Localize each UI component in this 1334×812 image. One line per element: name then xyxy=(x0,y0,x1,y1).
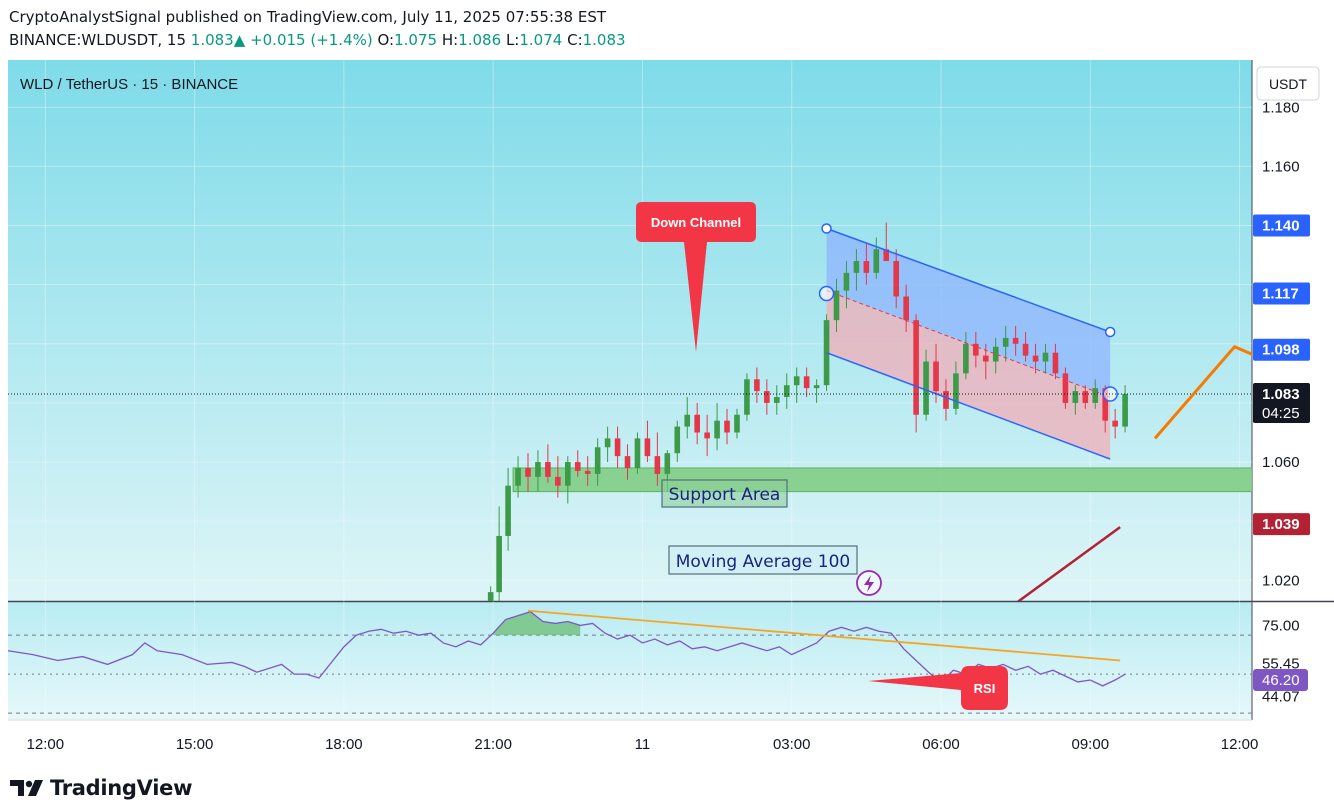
high-value: 1.086 xyxy=(458,31,502,49)
high-label: H: xyxy=(441,31,459,49)
down-channel-label: Down Channel xyxy=(651,215,741,230)
price-badge-label: 1.083 xyxy=(1262,386,1300,403)
price-badge: 1.140 xyxy=(1253,214,1310,237)
price-chart[interactable]: 1.1801.1601.0601.020 75.0055.4546.2044.0… xyxy=(0,58,1334,762)
lightning-icon[interactable] xyxy=(856,570,882,596)
support-area-label-box[interactable]: Support Area xyxy=(661,479,788,508)
last-price: 1.083 xyxy=(190,31,234,49)
tradingview-logo-icon xyxy=(10,780,43,796)
publication-header: CryptoAnalystSignal published on Trading… xyxy=(0,0,1334,58)
up-arrow-icon: ▲ xyxy=(233,31,246,49)
price-change: +0.015 (+1.4%) xyxy=(250,31,373,49)
support-area-label: Support Area xyxy=(669,485,781,505)
rsi-tick-label: 44.07 xyxy=(1262,689,1300,706)
candle xyxy=(1062,367,1069,409)
moving-average-label: Moving Average 100 xyxy=(676,552,850,572)
price-badge-label: 1.039 xyxy=(1262,516,1300,533)
time-tick-label: 06:00 xyxy=(922,736,960,753)
channel-anchor[interactable] xyxy=(821,223,832,234)
price-badge-label: 1.117 xyxy=(1262,286,1299,303)
time-tick-label: 11 xyxy=(635,736,651,753)
time-tick-label: 03:00 xyxy=(773,736,811,753)
close-value: 1.083 xyxy=(582,31,626,49)
price-tick-label: 1.180 xyxy=(1262,99,1300,116)
time-tick-label: 21:00 xyxy=(474,736,512,753)
time-tick-label: 09:00 xyxy=(1072,736,1110,753)
currency-button[interactable]: USDT xyxy=(1256,66,1320,101)
symbol-name: BINANCE:WLDUSDT, 15 xyxy=(9,31,186,49)
moving-average-label-box[interactable]: Moving Average 100 xyxy=(668,545,858,575)
price-badge: 1.098 xyxy=(1253,338,1310,361)
countdown-label: 04:25 xyxy=(1262,405,1300,422)
price-tick-label: 1.020 xyxy=(1262,572,1300,589)
candle xyxy=(913,314,919,433)
tradingview-logo[interactable]: TradingView xyxy=(10,776,192,800)
price-badge-label: 1.098 xyxy=(1262,342,1300,359)
time-tick-label: 12:00 xyxy=(27,736,65,753)
support-zone xyxy=(512,467,1252,493)
price-tick-label: 1.060 xyxy=(1262,454,1300,471)
rsi-tick-label: 75.00 xyxy=(1262,617,1300,634)
channel-anchor[interactable] xyxy=(1104,326,1116,338)
publisher-line: CryptoAnalystSignal published on Trading… xyxy=(9,8,607,26)
price-badge-label: 1.140 xyxy=(1262,218,1300,235)
close-label: C: xyxy=(567,31,583,49)
price-badge: 1.039 xyxy=(1253,513,1310,536)
tradingview-wordmark: TradingView xyxy=(50,776,193,800)
open-label: O: xyxy=(377,31,395,49)
low-label: L: xyxy=(505,31,520,49)
footer: TradingView xyxy=(0,762,1334,812)
rsi-value-label: 46.20 xyxy=(1262,672,1300,689)
chart-title: WLD / TetherUS · 15 · BINANCE xyxy=(20,76,238,93)
open-value: 1.075 xyxy=(394,31,438,49)
candle xyxy=(744,373,750,421)
rsi-callout-label: RSI xyxy=(974,681,996,696)
symbol-quote-line: BINANCE:WLDUSDT, 15 1.083▲ +0.015 (+1.4%… xyxy=(9,31,626,49)
channel-anchor[interactable] xyxy=(818,285,835,302)
time-tick-label: 15:00 xyxy=(176,736,214,753)
currency-label: USDT xyxy=(1269,76,1308,92)
candle xyxy=(634,432,641,474)
price-badge: 1.083 04:25 xyxy=(1253,383,1310,424)
price-tick-label: 1.160 xyxy=(1262,158,1300,175)
time-tick-label: 12:00 xyxy=(1221,736,1259,753)
price-badge: 1.117 xyxy=(1253,282,1310,305)
low-value: 1.074 xyxy=(519,31,563,49)
time-tick-label: 18:00 xyxy=(325,736,363,753)
